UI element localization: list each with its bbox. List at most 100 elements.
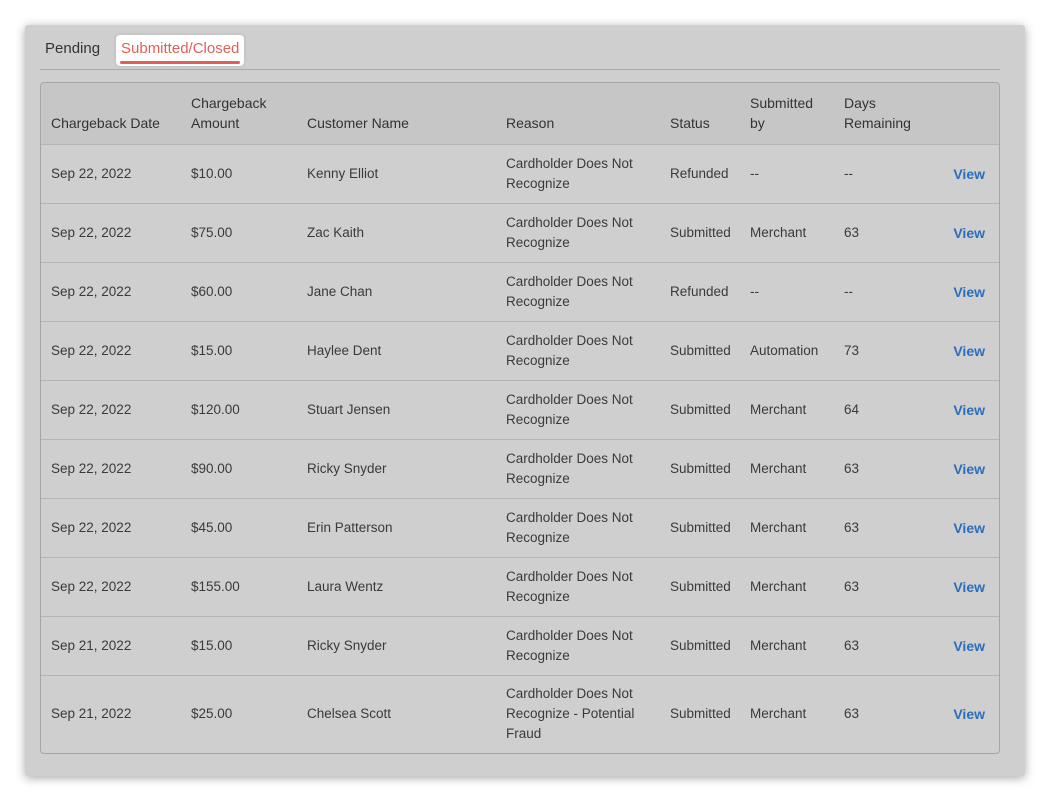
cell-chargeback-amount: $120.00 [191,401,240,417]
cell-status: Refunded [670,165,729,181]
cell-chargeback-amount: $75.00 [191,224,233,240]
cell-customer-name: Ricky Snyder [307,460,387,476]
cell-chargeback-amount: $60.00 [191,283,233,299]
header-submitted-by[interactable]: Submitted by [740,83,834,144]
cell-reason: Cardholder Does Not Recognize - Potentia… [506,686,635,742]
cell-submitted-by: Automation [750,342,819,358]
cell-chargeback-amount: $10.00 [191,165,233,181]
table-row: Sep 22, 2022 $120.00 Stuart Jensen Cardhold… [41,380,999,439]
cell-customer-name: Chelsea Scott [307,706,392,722]
cell-status: Submitted [670,460,731,476]
header-reason[interactable]: Reason [496,83,660,144]
cell-chargeback-date: Sep 22, 2022 [51,165,132,181]
cell-chargeback-amount: $15.00 [191,342,233,358]
chargebacks-table: Chargeback Date Chargeback Amount Custom… [41,83,999,753]
header-days-remaining[interactable]: Days Remaining [834,83,924,144]
cell-status: Submitted [670,637,731,653]
view-link[interactable]: View [924,557,999,616]
cell-chargeback-date: Sep 22, 2022 [51,519,132,535]
tab-submitted-closed[interactable]: Submitted/Closed [116,35,245,66]
cell-status: Submitted [670,578,731,594]
cell-status: Submitted [670,519,731,535]
table-row: Sep 22, 2022 $90.00 Ricky Snyder Cardholder… [41,439,999,498]
cell-reason: Cardholder Does Not Recognize [506,214,633,250]
header-actions [924,83,999,144]
header-chargeback-date[interactable]: Chargeback Date [41,83,181,144]
cell-chargeback-date: Sep 22, 2022 [51,342,132,358]
cell-customer-name: Laura Wentz [307,578,384,594]
cell-days-remaining: 63 [844,519,860,535]
cell-customer-name: Ricky Snyder [307,637,387,653]
view-link[interactable]: View [924,203,999,262]
header-chargeback-amount[interactable]: Chargeback Amount [181,83,297,144]
cell-days-remaining: 63 [844,224,860,240]
view-link[interactable]: View [924,380,999,439]
cell-days-remaining: 63 [844,460,860,476]
cell-chargeback-amount: $25.00 [191,706,233,722]
cell-customer-name: Jane Chan [307,283,373,299]
chargebacks-table-container: Chargeback Date Chargeback Amount Custom… [40,82,1000,754]
cell-customer-name: Erin Patterson [307,519,393,535]
cell-submitted-by: -- [750,165,759,181]
cell-days-remaining: -- [844,165,853,181]
cell-chargeback-date: Sep 22, 2022 [51,460,132,476]
table-row: Sep 22, 2022 $75.00 Zac Kaith Cardholder Do… [41,203,999,262]
cell-status: Submitted [670,706,731,722]
cell-submitted-by: Merchant [750,519,807,535]
cell-submitted-by: Merchant [750,224,807,240]
cell-reason: Cardholder Does Not Recognize [506,155,633,191]
cell-chargeback-amount: $155.00 [191,578,240,594]
view-link[interactable]: View [924,321,999,380]
header-status[interactable]: Status [660,83,740,144]
cell-customer-name: Kenny Elliot [307,165,379,181]
table-row: Sep 21, 2022 $25.00 Chelsea Scott Cardholde… [41,675,999,753]
cell-reason: Cardholder Does Not Recognize [506,332,633,368]
table-row: Sep 22, 2022 $60.00 Jane Chan Cardholder Do… [41,262,999,321]
cell-days-remaining: 63 [844,578,860,594]
cell-status: Submitted [670,342,731,358]
view-link[interactable]: View [924,616,999,675]
cell-submitted-by: Merchant [750,401,807,417]
table-row: Sep 22, 2022 $45.00 Erin Patterson Cardhold… [41,498,999,557]
view-link[interactable]: View [924,262,999,321]
view-link[interactable]: View [924,144,999,203]
cell-days-remaining: 63 [844,637,860,653]
cell-customer-name: Haylee Dent [307,342,382,358]
cell-days-remaining: 63 [844,706,860,722]
cell-customer-name: Zac Kaith [307,224,365,240]
cell-submitted-by: Merchant [750,706,807,722]
view-link[interactable]: View [924,675,999,753]
chargebacks-panel: Pending Submitted/Closed Chargeback Date… [25,25,1025,776]
cell-reason: Cardholder Does Not Recognize [506,273,633,309]
cell-customer-name: Stuart Jensen [307,401,391,417]
cell-status: Refunded [670,283,729,299]
table-header: Chargeback Date Chargeback Amount Custom… [41,83,999,144]
cell-reason: Cardholder Does Not Recognize [506,568,633,604]
view-link[interactable]: View [924,498,999,557]
table-row: Sep 22, 2022 $155.00 Laura Wentz Cardholder… [41,557,999,616]
table-row: Sep 22, 2022 $15.00 Haylee Dent Cardholder … [41,321,999,380]
cell-submitted-by: -- [750,283,759,299]
cell-reason: Cardholder Does Not Recognize [506,627,633,663]
view-link[interactable]: View [924,439,999,498]
cell-chargeback-date: Sep 21, 2022 [51,637,132,653]
header-customer-name[interactable]: Customer Name [297,83,496,144]
cell-reason: Cardholder Does Not Recognize [506,450,633,486]
cell-submitted-by: Merchant [750,637,807,653]
cell-days-remaining: 73 [844,342,860,358]
cell-chargeback-amount: $90.00 [191,460,233,476]
cell-chargeback-date: Sep 21, 2022 [51,706,132,722]
cell-chargeback-date: Sep 22, 2022 [51,578,132,594]
tab-bar: Pending Submitted/Closed [40,35,1000,70]
cell-chargeback-date: Sep 22, 2022 [51,401,132,417]
cell-chargeback-amount: $45.00 [191,519,233,535]
cell-status: Submitted [670,401,731,417]
table-row: Sep 21, 2022 $15.00 Ricky Snyder Cardholder… [41,616,999,675]
cell-chargeback-amount: $15.00 [191,637,233,653]
table-row: Sep 22, 2022 $10.00 Kenny Elliot Cardholder… [41,144,999,203]
cell-days-remaining: 64 [844,401,860,417]
cell-status: Submitted [670,224,731,240]
cell-reason: Cardholder Does Not Recognize [506,509,633,545]
tab-pending[interactable]: Pending [40,35,105,66]
cell-chargeback-date: Sep 22, 2022 [51,224,132,240]
